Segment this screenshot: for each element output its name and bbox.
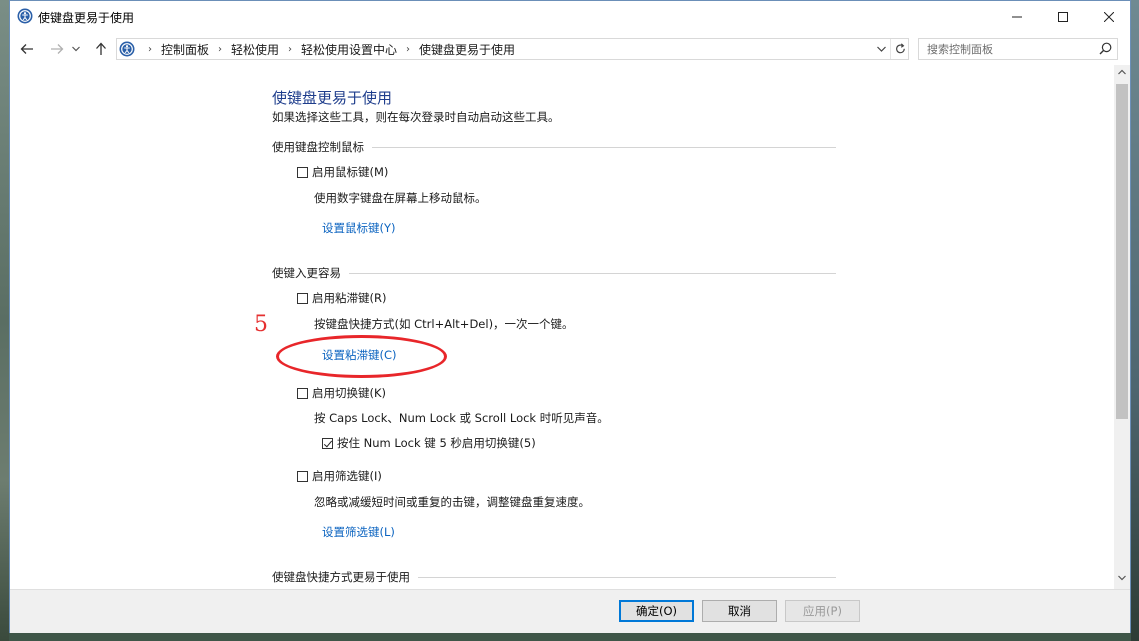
section-heading-text: 使键盘快捷方式更易于使用 [272, 570, 410, 584]
chevron-down-icon [876, 46, 886, 52]
filter-keys-checkbox[interactable]: 启用筛选键(I) [297, 468, 382, 484]
search-icon[interactable] [1099, 42, 1112, 55]
ease-of-access-icon [119, 41, 135, 57]
recent-locations-button[interactable] [70, 38, 82, 60]
setup-filter-keys-link[interactable]: 设置筛选键(L) [322, 524, 395, 540]
window-title: 使键盘更易于使用 [38, 11, 135, 25]
vertical-scrollbar[interactable] [1114, 65, 1130, 589]
breadcrumb-current-page[interactable]: 使键盘更易于使用 [419, 41, 515, 58]
back-button[interactable] [16, 38, 38, 60]
section-divider [349, 272, 836, 274]
section-divider [418, 576, 836, 578]
section-heading-typing: 使键入更容易 [272, 265, 836, 281]
scroll-up-icon[interactable] [1118, 69, 1126, 75]
minimize-button[interactable] [994, 1, 1040, 32]
checkbox-label: 启用粘滞键(R) [312, 291, 387, 305]
breadcrumb-control-panel[interactable]: 控制面板 [161, 41, 209, 58]
ease-of-access-icon [17, 8, 33, 24]
dialog-button-bar: 确定(O) 取消 应用(P) [10, 589, 1130, 633]
scroll-down-icon[interactable] [1118, 575, 1126, 581]
page-title: 使键盘更易于使用 [272, 89, 393, 107]
mouse-keys-description: 使用数字键盘在屏幕上移动鼠标。 [314, 191, 487, 205]
main-content: 使键盘更易于使用 如果选择这些工具，则在每次登录时自动启动这些工具。 使用键盘控… [10, 65, 1114, 589]
title-bar: 使键盘更易于使用 [10, 1, 1130, 32]
section-heading-shortcuts: 使键盘快捷方式更易于使用 [272, 569, 836, 585]
forward-button[interactable] [46, 38, 68, 60]
back-arrow-icon [20, 44, 33, 54]
section-heading-text: 使键入更容易 [272, 266, 341, 280]
address-bar[interactable]: › 控制面板 › 轻松使用 › 轻松使用设置中心 › 使键盘更易于使用 [116, 38, 909, 60]
desktop-background-right [1131, 0, 1139, 641]
address-dropdown-button[interactable] [874, 42, 888, 56]
refresh-icon [895, 43, 905, 54]
chevron-down-icon [72, 46, 80, 52]
breadcrumb-ease-of-access-center[interactable]: 轻松使用设置中心 [301, 41, 397, 58]
close-button[interactable] [1086, 1, 1132, 32]
up-arrow-icon [96, 42, 106, 55]
checkbox-box-checked[interactable] [322, 437, 333, 449]
toggle-keys-checkbox[interactable]: 启用切换键(K) [297, 385, 386, 401]
apply-button[interactable]: 应用(P) [785, 600, 860, 622]
checkbox-label: 按住 Num Lock 键 5 秒启用切换键(5) [337, 436, 536, 450]
refresh-button[interactable] [890, 39, 909, 59]
up-button[interactable] [90, 38, 112, 60]
breadcrumb-ease-of-access[interactable]: 轻松使用 [231, 41, 279, 58]
maximize-icon [1058, 11, 1068, 22]
maximize-button[interactable] [1040, 1, 1086, 32]
cancel-button[interactable]: 取消 [702, 600, 777, 622]
toggle-keys-description: 按 Caps Lock、Num Lock 或 Scroll Lock 时听见声音… [314, 411, 609, 425]
section-divider [372, 146, 836, 148]
section-heading-text: 使用键盘控制鼠标 [272, 140, 364, 154]
control-panel-window: 使键盘更易于使用 › 控制面板 › 轻松使用 › 轻松使用设置中心 › 使键盘更… [9, 0, 1131, 633]
mouse-keys-checkbox[interactable]: 启用鼠标键(M) [297, 164, 388, 180]
forward-arrow-icon [51, 44, 64, 54]
breadcrumb-separator-icon: › [218, 43, 223, 55]
checkbox-label: 启用筛选键(I) [312, 469, 382, 483]
checkbox-box[interactable] [297, 292, 308, 304]
minimize-icon [1012, 16, 1022, 17]
sticky-keys-checkbox[interactable]: 启用粘滞键(R) [297, 290, 386, 306]
checkbox-label: 启用切换键(K) [312, 386, 387, 400]
filter-keys-description: 忽略或减缓短时间或重复的击键，调整键盘重复速度。 [314, 495, 590, 509]
checkbox-box[interactable] [297, 387, 308, 399]
checkbox-box[interactable] [297, 470, 308, 482]
search-input[interactable] [927, 41, 1087, 57]
page-subtitle: 如果选择这些工具，则在每次登录时自动启动这些工具。 [272, 110, 560, 124]
breadcrumb-separator-icon: › [406, 43, 411, 55]
desktop-background-left [0, 0, 9, 641]
breadcrumb: › 控制面板 › 轻松使用 › 轻松使用设置中心 › 使键盘更易于使用 [139, 39, 515, 59]
annotation-step-number: 5 [254, 312, 268, 337]
annotation-highlight-ellipse [276, 335, 447, 378]
address-row: › 控制面板 › 轻松使用 › 轻松使用设置中心 › 使键盘更易于使用 [10, 34, 1130, 64]
sticky-keys-description: 按键盘快捷方式(如 Ctrl+Alt+Del)，一次一个键。 [314, 317, 574, 331]
checkbox-label: 启用鼠标键(M) [312, 165, 389, 179]
scrollbar-thumb[interactable] [1116, 84, 1128, 419]
checkbox-box[interactable] [297, 166, 308, 178]
section-heading-mouse: 使用键盘控制鼠标 [272, 139, 836, 155]
breadcrumb-separator-icon: › [288, 43, 293, 55]
close-icon [1104, 11, 1114, 22]
setup-mouse-keys-link[interactable]: 设置鼠标键(Y) [322, 220, 396, 236]
ok-button[interactable]: 确定(O) [619, 600, 694, 622]
breadcrumb-separator-icon: › [148, 43, 152, 55]
num-lock-5sec-checkbox[interactable]: 按住 Num Lock 键 5 秒启用切换键(5) [322, 435, 536, 451]
search-box [918, 38, 1118, 60]
